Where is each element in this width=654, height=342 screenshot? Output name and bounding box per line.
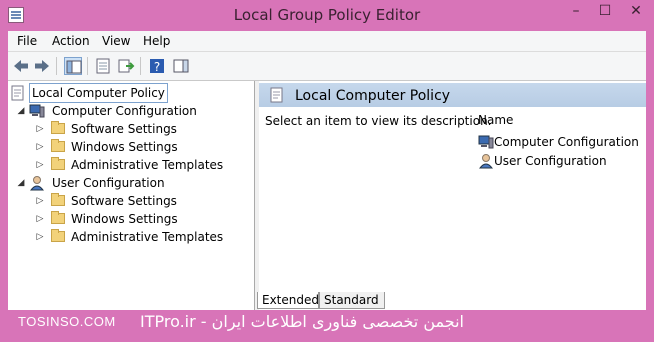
tree-pane[interactable]: Local Computer Policy ◢ Computer Configu… bbox=[8, 81, 255, 310]
collapsed-arrow-icon[interactable]: ▷ bbox=[35, 192, 45, 210]
tree-node-label: Software Settings bbox=[71, 194, 177, 208]
toolbar-separator bbox=[87, 57, 88, 75]
folder-icon bbox=[51, 229, 65, 242]
folder-icon bbox=[51, 157, 65, 170]
list-item-label: Computer Configuration bbox=[494, 135, 639, 149]
menu-action[interactable]: Action bbox=[52, 34, 90, 48]
tree-node-label: Windows Settings bbox=[71, 140, 178, 154]
description-text: Select an item to view its description. bbox=[265, 114, 492, 128]
column-header-name[interactable]: Name bbox=[478, 113, 513, 127]
watermark-left: TOSINSO.COM bbox=[18, 314, 116, 329]
tree-node-label: Software Settings bbox=[71, 122, 177, 136]
tree-node-label: Administrative Templates bbox=[71, 230, 224, 244]
computer-icon bbox=[29, 103, 45, 119]
tree-node-label: User Configuration bbox=[52, 176, 165, 190]
policy-document-icon bbox=[10, 85, 26, 101]
export-list-icon[interactable] bbox=[94, 57, 112, 75]
collapsed-arrow-icon[interactable]: ▷ bbox=[35, 156, 45, 174]
content-area: Local Computer Policy ◢ Computer Configu… bbox=[8, 81, 646, 310]
main-window: Local Group Policy Editor – ☐ ✕ File Act… bbox=[0, 0, 654, 342]
policy-document-icon bbox=[269, 87, 285, 103]
expanded-arrow-icon[interactable]: ◢ bbox=[16, 174, 26, 192]
minimize-button[interactable]: – bbox=[562, 0, 590, 22]
title-bar[interactable]: Local Group Policy Editor – ☐ ✕ bbox=[0, 0, 654, 30]
tree-root-label: Local Computer Policy bbox=[29, 83, 168, 103]
collapsed-arrow-icon[interactable]: ▷ bbox=[35, 120, 45, 138]
folder-icon bbox=[51, 121, 65, 134]
tree-node-label: Computer Configuration bbox=[52, 104, 197, 118]
details-pane: Local Computer Policy Select an item to … bbox=[259, 81, 646, 310]
toolbar: ? bbox=[8, 52, 646, 81]
collapsed-arrow-icon[interactable]: ▷ bbox=[35, 138, 45, 156]
folder-icon bbox=[51, 211, 65, 224]
properties-icon[interactable] bbox=[117, 57, 135, 75]
help-icon[interactable]: ? bbox=[148, 57, 166, 75]
tab-extended[interactable]: Extended bbox=[257, 292, 319, 309]
watermark-right: ITPro.ir - انجمن تخصصی فناوری اطلاعات ای… bbox=[140, 312, 464, 331]
toolbar-separator bbox=[140, 57, 141, 75]
close-button[interactable]: ✕ bbox=[620, 0, 652, 22]
details-header-title: Local Computer Policy bbox=[295, 88, 451, 104]
folder-icon bbox=[51, 139, 65, 152]
collapsed-arrow-icon[interactable]: ▷ bbox=[35, 228, 45, 246]
tab-standard[interactable]: Standard bbox=[319, 292, 385, 309]
show-action-pane-icon[interactable] bbox=[172, 57, 190, 75]
menu-bar: File Action View Help bbox=[8, 31, 646, 52]
menu-help[interactable]: Help bbox=[143, 34, 170, 48]
collapsed-arrow-icon[interactable]: ▷ bbox=[35, 210, 45, 228]
menu-file[interactable]: File bbox=[17, 34, 37, 48]
details-header: Local Computer Policy bbox=[259, 83, 646, 107]
show-hide-tree-icon[interactable] bbox=[64, 57, 82, 75]
expanded-arrow-icon[interactable]: ◢ bbox=[16, 102, 26, 120]
list-item-label: User Configuration bbox=[494, 154, 607, 168]
menu-view[interactable]: View bbox=[102, 34, 130, 48]
back-icon[interactable] bbox=[12, 57, 30, 75]
user-icon bbox=[478, 153, 494, 169]
svg-text:?: ? bbox=[154, 60, 160, 74]
folder-icon bbox=[51, 193, 65, 206]
user-icon bbox=[29, 175, 45, 191]
tree-node-label: Windows Settings bbox=[71, 212, 178, 226]
window-title: Local Group Policy Editor bbox=[233, 6, 421, 24]
forward-icon[interactable] bbox=[33, 57, 51, 75]
tree-node-label: Administrative Templates bbox=[71, 158, 224, 172]
maximize-button[interactable]: ☐ bbox=[591, 0, 619, 22]
toolbar-separator bbox=[56, 57, 57, 75]
computer-icon bbox=[478, 134, 494, 150]
